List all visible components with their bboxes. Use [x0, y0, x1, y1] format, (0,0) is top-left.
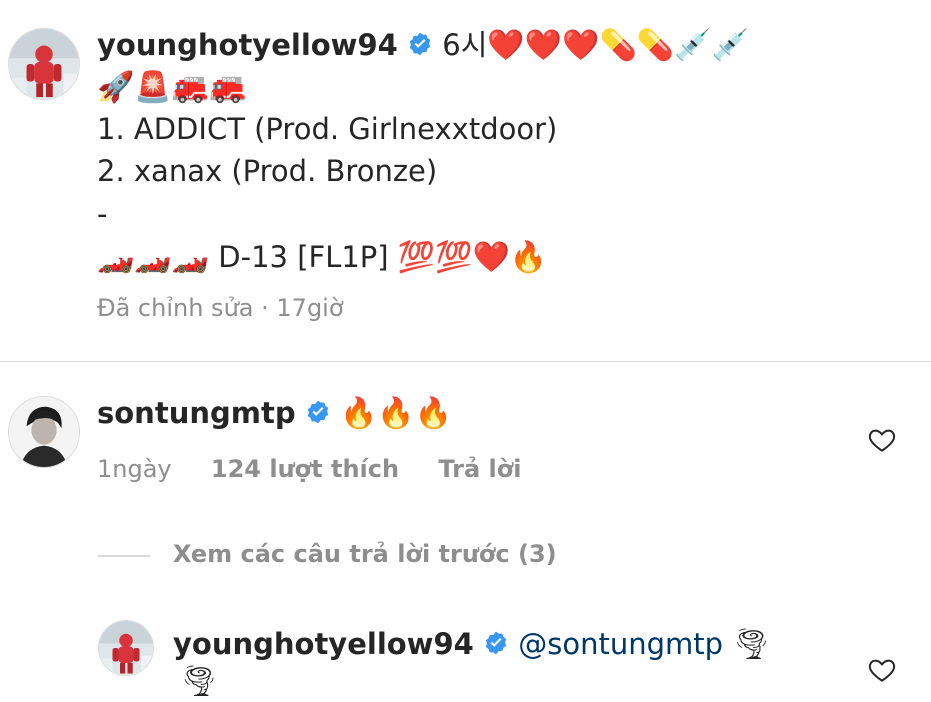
- comment-text-emoji: 🔥🔥🔥: [340, 396, 453, 431]
- caption-countdown-suffix-emoji: 💯💯❤️🔥: [397, 240, 548, 275]
- reply-text-emoji-wrap: 🌪: [180, 664, 219, 699]
- comment-author-avatar[interactable]: [8, 396, 80, 468]
- caption-emoji-line2: 🚀🚨🚒🚒: [97, 70, 247, 105]
- reply-author-avatar[interactable]: [98, 620, 154, 676]
- caption-inline-text: 6시: [442, 28, 488, 62]
- view-replies-line: [98, 555, 150, 557]
- verified-badge-icon: [483, 625, 509, 667]
- verified-badge-icon: [407, 26, 433, 68]
- caption-track-1: 1. ADDICT (Prod. Girlnexxtdoor): [97, 112, 558, 146]
- comment-reply-button[interactable]: Trả lời: [438, 455, 521, 483]
- comment-likes-count[interactable]: 124 lượt thích: [211, 455, 399, 483]
- reply-author-username[interactable]: younghotyellow94: [173, 627, 474, 661]
- caption-countdown-prefix-emoji: 🏎️🏎️🏎️: [97, 240, 210, 275]
- reply-mention-link[interactable]: @sontungmtp: [518, 627, 723, 661]
- comment-author-username[interactable]: sontungmtp: [97, 396, 296, 430]
- caption-divider: [0, 361, 931, 362]
- caption-countdown-text: D-13 [FL1P]: [218, 240, 389, 274]
- reply-like-heart-icon[interactable]: [867, 655, 897, 685]
- caption-track-2: 2. xanax (Prod. Bronze): [97, 154, 438, 188]
- post-time-ago: 17giờ: [276, 294, 344, 322]
- meta-separator: ·: [261, 294, 269, 322]
- avatar-image-red-figure: [9, 29, 79, 99]
- comment-time-ago: 1ngày: [97, 455, 172, 483]
- avatar-image-portrait: [9, 397, 79, 467]
- comment-like-heart-icon[interactable]: [867, 425, 897, 455]
- post-author-avatar[interactable]: [8, 28, 80, 100]
- post-author-username[interactable]: younghotyellow94: [97, 28, 398, 62]
- reply-text-emoji: 🌪: [732, 627, 771, 662]
- avatar-image-red-figure: [99, 621, 153, 675]
- caption-dash: -: [97, 197, 108, 231]
- edited-label: Đã chỉnh sửa: [97, 294, 254, 322]
- view-previous-replies-button[interactable]: Xem các câu trả lời trước (3): [173, 540, 557, 568]
- caption-emoji-line1: ❤️❤️❤️💊💊💉💉: [487, 28, 749, 63]
- verified-badge-icon: [305, 394, 331, 436]
